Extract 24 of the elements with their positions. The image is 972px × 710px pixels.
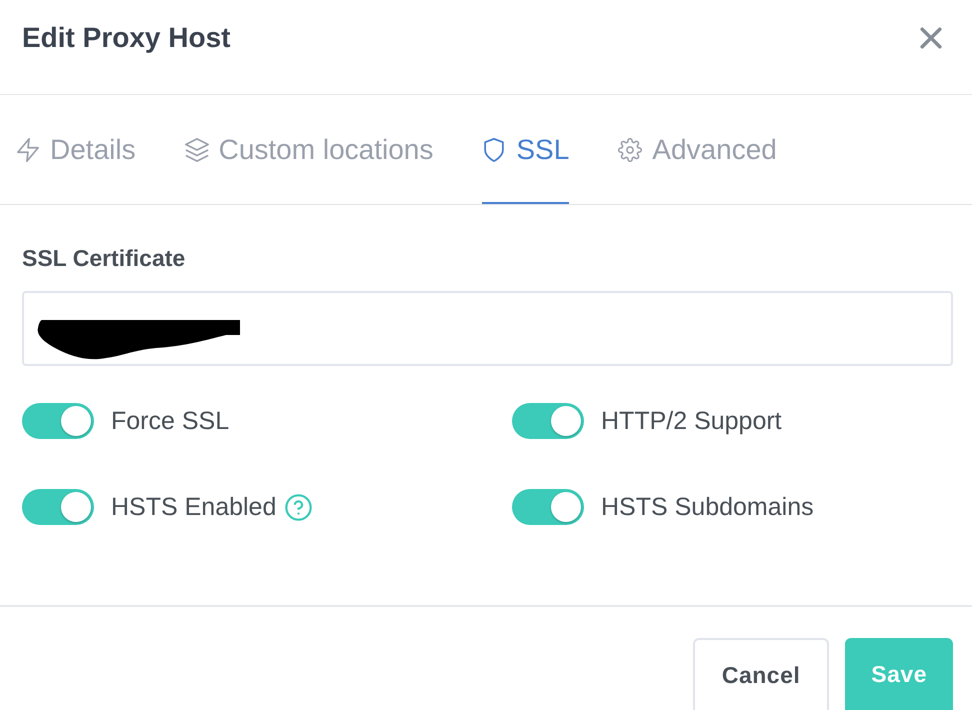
- toggle-switch[interactable]: [512, 403, 584, 439]
- toggle-label: HSTS Enabled: [111, 492, 276, 523]
- shield-icon: [482, 138, 506, 162]
- toggle-switch[interactable]: [22, 403, 94, 439]
- modal-title: Edit Proxy Host: [22, 21, 230, 55]
- lightning-icon: [16, 138, 40, 162]
- field-label: SSL Certificate: [22, 244, 186, 272]
- close-button[interactable]: [920, 27, 942, 49]
- toggle-switch[interactable]: [512, 489, 584, 525]
- tab[interactable]: SSL: [482, 95, 570, 204]
- tab[interactable]: Custom locations: [184, 95, 434, 204]
- toggle-label: HTTP/2 Support: [601, 406, 782, 437]
- tab[interactable]: Advanced: [618, 95, 777, 204]
- toggle-label: HSTS Subdomains: [601, 492, 814, 523]
- gear-icon: [618, 138, 642, 162]
- cancel-button[interactable]: Cancel: [692, 638, 830, 710]
- layers-icon: [184, 138, 209, 162]
- tab[interactable]: Details: [16, 95, 136, 204]
- toggle-label: Force SSL: [111, 406, 230, 437]
- help-icon[interactable]: [285, 494, 312, 520]
- certificate-field[interactable]: [22, 291, 953, 366]
- close-icon: [920, 27, 942, 49]
- save-button[interactable]: Save: [845, 638, 953, 710]
- toggle-switch[interactable]: [22, 489, 94, 525]
